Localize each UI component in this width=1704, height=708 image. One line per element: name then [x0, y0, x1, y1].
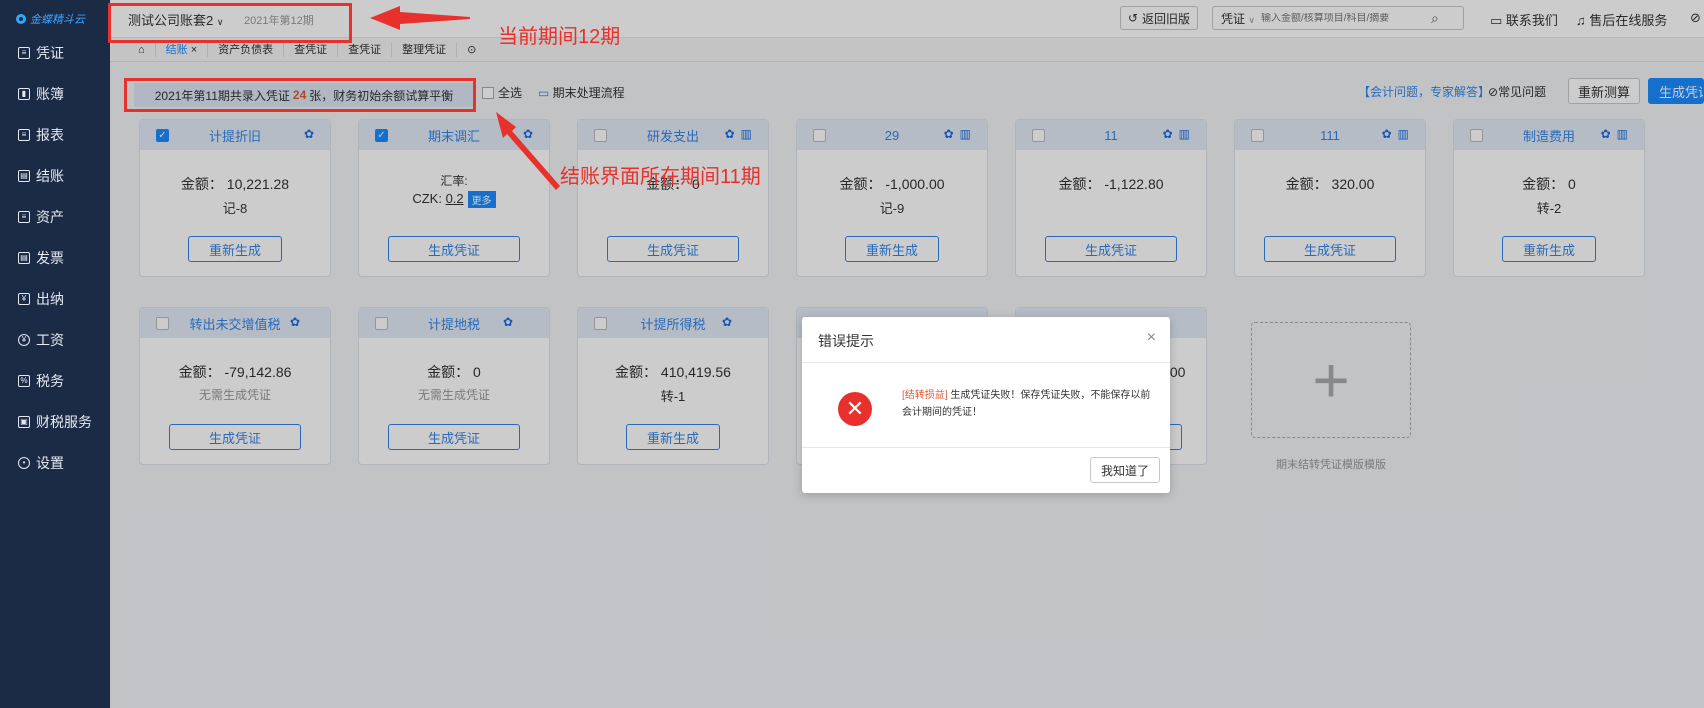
- arrow-icon: [496, 112, 560, 190]
- arrow-icon: [370, 6, 470, 30]
- annotation-arrows: [370, 6, 560, 190]
- annotation-closing-period: 结账界面所在期间11期: [560, 166, 761, 188]
- annotation-current-period: 当前期间12期: [498, 26, 621, 48]
